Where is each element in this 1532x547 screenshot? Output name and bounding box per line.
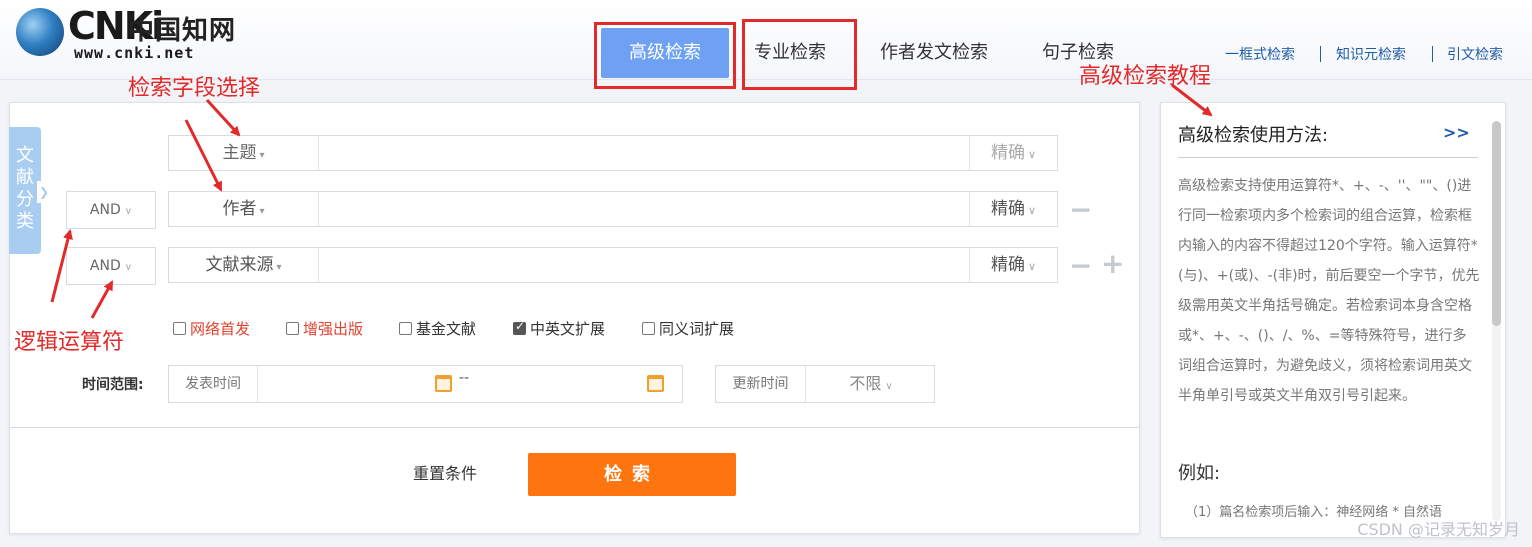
link-citation-search[interactable]: 引文检索 <box>1447 44 1503 64</box>
top-navigation-bar: CNKi 中国知网 www.cnki.net 高级检索 专业检索 作者发文检索 … <box>0 0 1532 80</box>
update-time-value-text: 不限 <box>849 374 882 393</box>
match-select[interactable]: 精确 ∨ <box>969 248 1057 282</box>
chevron-right-icon: ❯ <box>37 181 51 203</box>
update-time-value[interactable]: 不限 ∨ <box>816 366 926 402</box>
option-label: 增强出版 <box>303 320 364 338</box>
calendar-icon[interactable] <box>435 375 452 392</box>
panel-divider <box>9 427 1140 428</box>
logic-operator-label: AND <box>89 202 121 218</box>
match-select[interactable]: 精确 ∨ <box>969 192 1057 226</box>
match-select-label: 精确 <box>990 255 1025 275</box>
chevron-down-icon: ∨ <box>1027 148 1037 161</box>
checkbox-icon <box>399 322 412 335</box>
match-select-label: 精确 <box>990 199 1025 219</box>
option-fund-literature[interactable]: 基金文献 <box>399 318 476 339</box>
help-scrollbar-thumb[interactable] <box>1492 121 1501 326</box>
date-range-separator: -- <box>459 370 470 386</box>
annotation-field-select: 检索字段选择 <box>128 76 261 101</box>
tab-advanced-search[interactable]: 高级检索 <box>601 28 729 78</box>
option-chinese-english-extension[interactable]: 中英文扩展 <box>513 318 605 339</box>
option-label: 基金文献 <box>416 320 477 338</box>
search-row-1: 主题 ▾ 精确 ∨ <box>168 135 1058 171</box>
calendar-icon[interactable] <box>647 375 664 392</box>
link-knowledge-search[interactable]: 知识元检索 <box>1336 44 1406 64</box>
option-label: 同义词扩展 <box>659 320 735 338</box>
publish-date-label: 发表时间 <box>169 366 258 402</box>
logic-operator-label: AND <box>89 258 121 274</box>
field-select-label: 主题 <box>222 143 257 163</box>
cnki-logo[interactable]: CNKi 中国知网 www.cnki.net <box>12 2 242 64</box>
annotation-logic-operator: 逻辑运算符 <box>14 330 125 355</box>
checkbox-icon <box>286 322 299 335</box>
search-button[interactable]: 检索 <box>528 453 736 496</box>
search-row-2: 作者 ▾ 精确 ∨ <box>168 191 1058 227</box>
chevron-down-icon: ∨ <box>1027 204 1037 217</box>
option-label: 中英文扩展 <box>530 320 606 338</box>
annotation-tutorial: 高级检索教程 <box>1079 64 1212 89</box>
chevron-down-icon: ∨ <box>885 381 893 392</box>
option-label: 网络首发 <box>190 320 251 338</box>
field-select[interactable]: 主题 ▾ <box>169 136 319 170</box>
help-example-title: 例如: <box>1178 463 1221 484</box>
checkbox-icon <box>173 322 186 335</box>
reset-button[interactable]: 重置条件 <box>400 460 490 488</box>
field-select[interactable]: 文献来源 ▾ <box>169 248 319 282</box>
chevron-down-icon: ∨ <box>1027 260 1037 273</box>
logic-operator-select[interactable]: AND ∨ <box>66 191 156 229</box>
help-more-link[interactable]: >> <box>1443 123 1470 142</box>
tab-author-search[interactable]: 作者发文检索 <box>868 28 1000 78</box>
match-select-label: 精确 <box>990 143 1025 163</box>
caret-down-icon: ▾ <box>276 262 282 273</box>
help-divider <box>1178 157 1478 158</box>
checkbox-checked-icon <box>513 319 526 335</box>
checkbox-icon <box>642 322 655 335</box>
chevron-down-icon: ∨ <box>124 206 133 217</box>
link-divider <box>1432 46 1433 62</box>
field-select-label: 作者 <box>222 199 257 219</box>
caret-down-icon: ▾ <box>259 150 265 161</box>
field-select[interactable]: 作者 ▾ <box>169 192 319 226</box>
time-range-label: 时间范围: <box>82 377 144 393</box>
publish-date-range: 发表时间 -- <box>168 365 683 403</box>
search-input[interactable] <box>320 192 970 226</box>
option-online-first[interactable]: 网络首发 <box>173 318 250 339</box>
add-row-button[interactable]: + <box>1101 250 1124 278</box>
logo-chinese-name: 中国知网 <box>128 16 237 46</box>
link-single-box-search[interactable]: 一框式检索 <box>1225 44 1295 64</box>
match-select[interactable]: 精确 ∨ <box>969 136 1057 170</box>
logic-operator-select[interactable]: AND ∨ <box>66 247 156 285</box>
option-synonym-extension[interactable]: 同义词扩展 <box>642 318 734 339</box>
literature-category-tab[interactable]: 文 献 分 类 ❯ <box>9 127 51 254</box>
chevron-down-icon: ∨ <box>124 262 133 273</box>
side-tab-char: 文 <box>16 145 34 166</box>
remove-row-button[interactable]: − <box>1069 252 1092 280</box>
update-time-label: 更新时间 <box>716 366 806 402</box>
help-panel: 高级检索使用方法: >> 高级检索支持使用运算符*、+、-、''、""、()进行… <box>1160 102 1506 538</box>
logo-url: www.cnki.net <box>74 44 195 62</box>
link-divider <box>1320 46 1321 62</box>
caret-down-icon: ▾ <box>259 206 265 217</box>
watermark: CSDN @记录无知岁月 <box>1357 520 1520 539</box>
search-input[interactable] <box>320 248 970 282</box>
search-input[interactable] <box>320 136 970 170</box>
update-time-select[interactable]: 更新时间 不限 ∨ <box>715 365 935 403</box>
remove-row-button[interactable]: − <box>1069 196 1092 224</box>
field-select-label: 文献来源 <box>205 255 274 275</box>
search-row-3: 文献来源 ▾ 精确 ∨ <box>168 247 1058 283</box>
tab-professional-search[interactable]: 专业检索 <box>744 28 836 78</box>
help-body: 高级检索支持使用运算符*、+、-、''、""、()进行同一检索项内多个检索词的组… <box>1178 178 1480 404</box>
option-enhanced-publishing[interactable]: 增强出版 <box>286 318 363 339</box>
side-tab-char: 类 <box>16 211 34 232</box>
globe-icon <box>16 8 64 56</box>
help-title: 高级检索使用方法: <box>1178 125 1329 146</box>
